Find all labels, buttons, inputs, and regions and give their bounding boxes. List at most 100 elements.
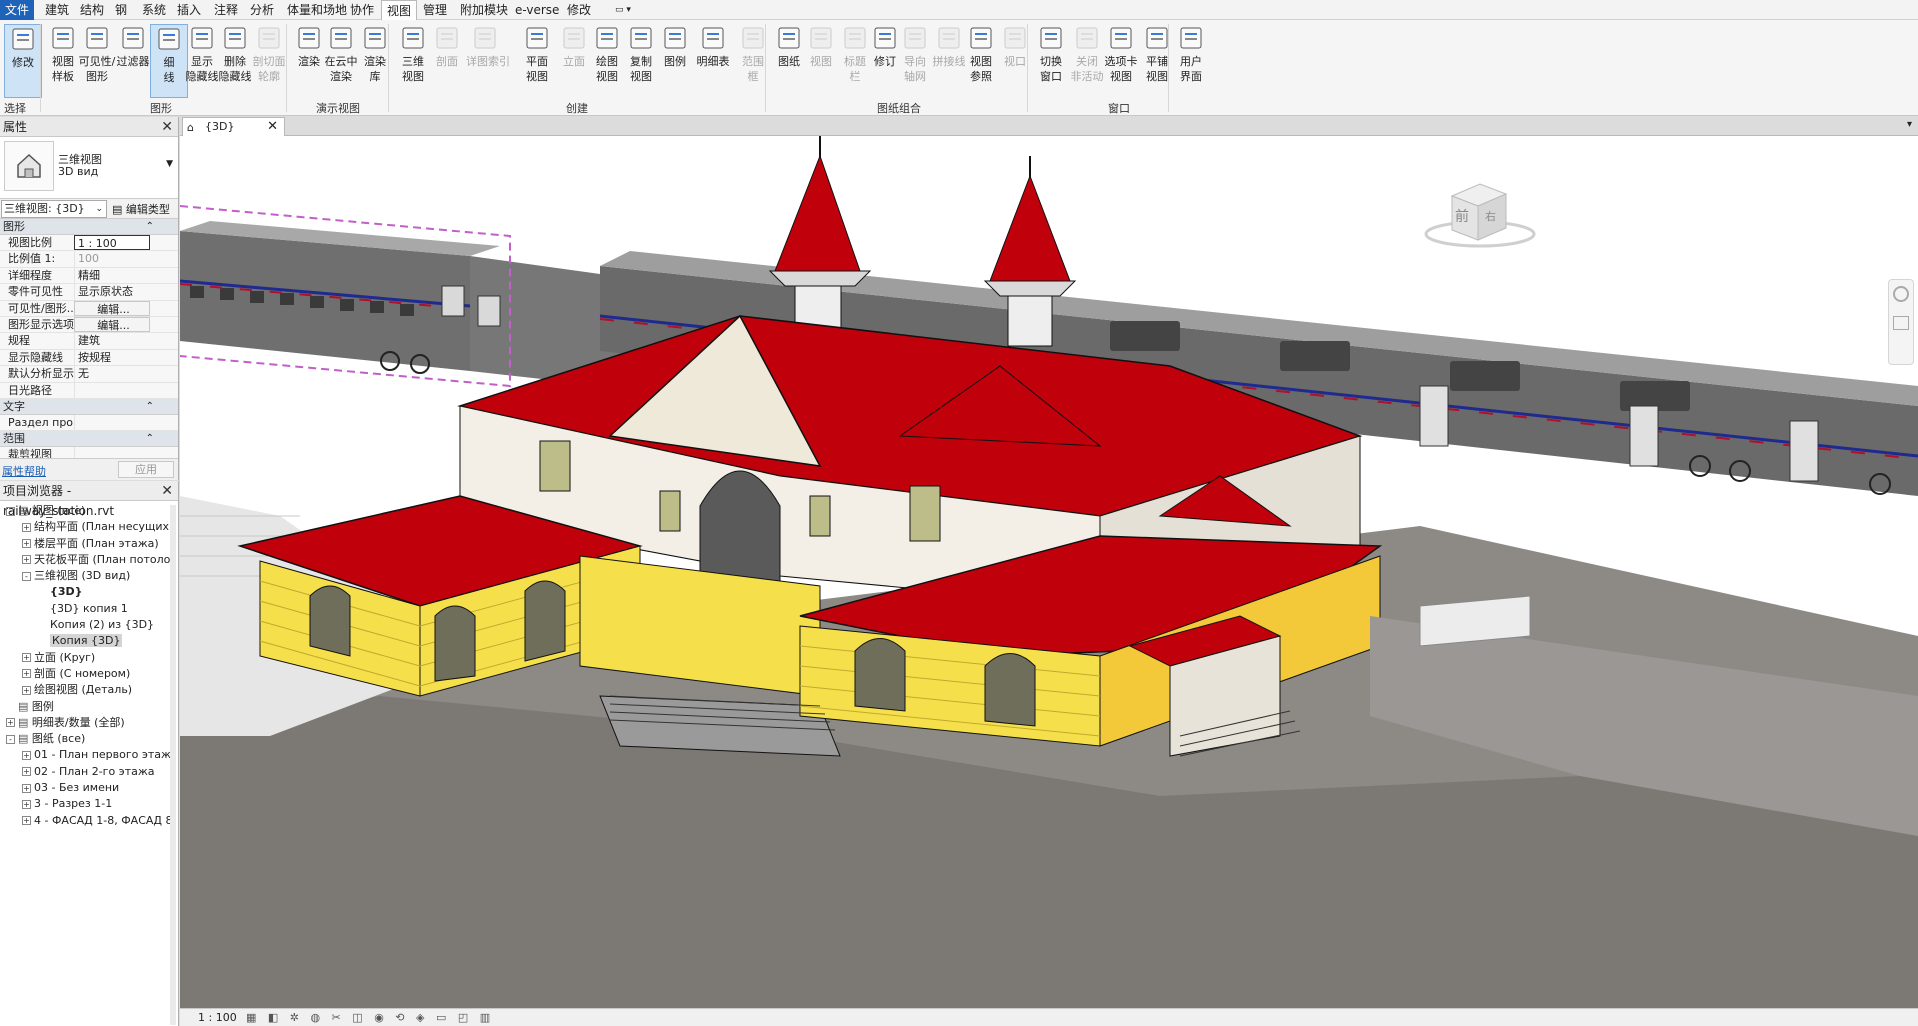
ribbon-button-viewref[interactable]: 视图 参照 xyxy=(962,24,1000,84)
tab-addins[interactable]: 附加模块 xyxy=(455,0,513,20)
ribbon-button-section[interactable]: 剖面 xyxy=(428,24,466,69)
tree-item[interactable]: + 结构平面 (План несущих к xyxy=(0,519,170,535)
view-scale[interactable]: 1 : 100 xyxy=(198,1009,237,1026)
tab-analyze[interactable]: 分析 xyxy=(245,0,279,20)
property-value[interactable]: 无 xyxy=(74,366,150,382)
tree-item[interactable]: Копия (2) из {3D} xyxy=(0,617,170,633)
view-controls-icons[interactable]: ▦ ◧ ✲ ◍ ✂ ◫ ◉ ⟲ ◈ ▭ ◰ ▥ xyxy=(246,1009,494,1026)
tab-structure[interactable]: 结构 xyxy=(75,0,109,20)
ribbon-button-schedule[interactable]: 明细表 xyxy=(694,24,732,69)
tree-item[interactable]: + 天花板平面 (План потолоч xyxy=(0,552,170,568)
property-value[interactable]: 按规程 xyxy=(74,349,150,366)
tree-item[interactable]: + 绘图视图 (Деталь) xyxy=(0,682,170,698)
tab-view[interactable]: 视图 xyxy=(381,0,418,20)
scrollbar[interactable] xyxy=(170,505,176,1025)
tree-item[interactable]: {3D} xyxy=(0,584,170,600)
ribbon-button-closeinactive[interactable]: 关闭 非活动 xyxy=(1068,24,1106,84)
ribbon-button-ui[interactable]: 用户 界面 xyxy=(1172,24,1210,84)
ribbon-button-switchwindow[interactable]: 切换 窗口 xyxy=(1032,24,1070,84)
type-selector[interactable]: 三维视图 3D вид ▼ xyxy=(0,137,178,199)
ribbon-button-filter[interactable]: 过滤器 xyxy=(114,24,152,69)
ribbon-button-viewport[interactable]: 视口 xyxy=(996,24,1034,69)
tab-annotate[interactable]: 注释 xyxy=(209,0,243,20)
ribbon-button-tileviews[interactable]: 平铺 视图 xyxy=(1138,24,1176,84)
tree-item[interactable]: {3D} копия 1 xyxy=(0,601,170,617)
ribbon-button-removehidden[interactable]: 删除 隐藏线 xyxy=(216,24,254,84)
expand-icon[interactable]: + xyxy=(22,669,31,679)
tab-steel[interactable]: 钢 xyxy=(110,0,132,20)
expand-icon[interactable]: + xyxy=(22,555,31,565)
zoom-region-icon[interactable] xyxy=(1893,316,1909,330)
ribbon-button-cloud[interactable]: 在云中 渲染 xyxy=(322,24,360,84)
expand-icon[interactable]: + xyxy=(22,750,31,760)
tree-item[interactable]: +4 - ФАСАД 1-8, ФАСАД 8- xyxy=(0,813,170,829)
close-icon[interactable]: ✕ xyxy=(161,481,173,501)
ribbon-button-cutprofile[interactable]: 剖切面 轮廓 xyxy=(250,24,288,84)
tab-menu-icon[interactable]: ▾ xyxy=(1907,119,1912,130)
expand-icon[interactable]: + xyxy=(22,816,31,826)
tree-item[interactable]: + 立面 (Круг) xyxy=(0,650,170,666)
property-value[interactable] xyxy=(74,414,150,431)
property-section-1[interactable]: 文字 ⌃ xyxy=(0,398,178,415)
expand-icon[interactable]: + xyxy=(22,539,31,549)
collapse-icon[interactable]: ⌃ xyxy=(146,431,154,447)
close-icon[interactable]: ✕ xyxy=(161,117,173,137)
tree-item[interactable]: + ▤ 明细表/数量 (全部) xyxy=(0,715,170,731)
tree-item[interactable]: - ▤ 视图 (все) xyxy=(0,503,170,519)
expand-icon[interactable]: + xyxy=(22,522,31,532)
tab-everse[interactable]: e-verse xyxy=(510,0,564,20)
ribbon-button-drafting[interactable]: 绘图 视图 xyxy=(588,24,626,84)
tree-item[interactable]: +03 - Без имени xyxy=(0,780,170,796)
tab-file[interactable]: 文件 xyxy=(0,0,35,20)
ribbon-button-duplicate[interactable]: 复制 视图 xyxy=(622,24,660,84)
property-value[interactable]: 显示原状态 xyxy=(74,284,150,300)
tree-item[interactable]: + 楼层平面 (План этажа) xyxy=(0,536,170,552)
ribbon-button-callout[interactable]: 详图索引 xyxy=(466,24,510,69)
tree-item[interactable]: - 三维视图 (3D вид) xyxy=(0,568,170,584)
tree-item[interactable]: Копия {3D} xyxy=(0,633,170,649)
close-icon[interactable]: ✕ xyxy=(267,118,278,136)
view-instance-select[interactable]: 三维视图: {3D} ⌄ xyxy=(1,200,107,218)
ribbon-toggle-icon[interactable]: ▭ ▾ xyxy=(610,0,636,20)
collapse-icon[interactable]: - xyxy=(6,734,15,744)
ribbon-button-guidegrid[interactable]: 导向 轴网 xyxy=(896,24,934,84)
property-value[interactable]: 建筑 xyxy=(74,333,150,349)
expand-icon[interactable]: + xyxy=(22,685,31,695)
tree-item[interactable]: + 剖面 (С номером) xyxy=(0,666,170,682)
tree-item[interactable]: - ▤ 图纸 (все) xyxy=(0,731,170,747)
expand-icon[interactable]: + xyxy=(22,653,31,663)
tab-manage[interactable]: 管理 xyxy=(418,0,452,20)
expand-icon[interactable]: + xyxy=(6,718,15,728)
ribbon-button-plan[interactable]: 平面 视图 xyxy=(518,24,556,84)
expand-icon[interactable]: + xyxy=(22,767,31,777)
collapse-icon[interactable]: - xyxy=(6,506,15,516)
tree-item[interactable]: +3 - Разрез 1-1 xyxy=(0,796,170,812)
tab-modify[interactable]: 修改 xyxy=(562,0,596,20)
property-section-2[interactable]: 范围 ⌃ xyxy=(0,431,178,448)
property-value[interactable]: 100 xyxy=(74,251,150,267)
property-value[interactable]: 编辑... xyxy=(74,316,150,333)
ribbon-button-view[interactable]: 视图 xyxy=(802,24,840,69)
tab-collaborate[interactable]: 协作 xyxy=(345,0,379,20)
viewcube[interactable]: 前 右 xyxy=(1424,183,1536,248)
collapse-icon[interactable]: ⌃ xyxy=(146,399,154,415)
apply-button[interactable]: 应用 xyxy=(118,461,174,478)
property-value[interactable]: 精细 xyxy=(74,267,150,284)
ribbon-button-legend[interactable]: 图例 xyxy=(656,24,694,69)
expand-icon[interactable]: + xyxy=(22,783,31,793)
collapse-icon[interactable]: ⌃ xyxy=(146,219,154,235)
tab-insert[interactable]: 插入 xyxy=(172,0,206,20)
ribbon-button-visibility[interactable]: 可见性/ 图形 xyxy=(78,24,116,84)
ribbon-button-scopebox[interactable]: 范围 框 xyxy=(734,24,772,84)
3d-viewport[interactable]: 前 右 xyxy=(180,136,1918,1008)
ribbon-button-tabviews[interactable]: 选项卡 视图 xyxy=(1102,24,1140,84)
properties-help-link[interactable]: 属性帮助 xyxy=(2,463,46,479)
ribbon-button-cursor[interactable]: 修改 xyxy=(4,24,42,98)
ribbon-button-cube[interactable]: 三维 视图 xyxy=(394,24,432,84)
collapse-icon[interactable]: - xyxy=(22,571,31,581)
tree-item[interactable]: ▤ 图例 xyxy=(0,699,170,715)
property-value[interactable]: 1 : 100 xyxy=(74,235,150,251)
tab-architecture[interactable]: 建筑 xyxy=(40,0,74,20)
steering-wheel-icon[interactable] xyxy=(1893,286,1909,302)
tree-item[interactable]: +02 - План 2-го этажа xyxy=(0,764,170,780)
